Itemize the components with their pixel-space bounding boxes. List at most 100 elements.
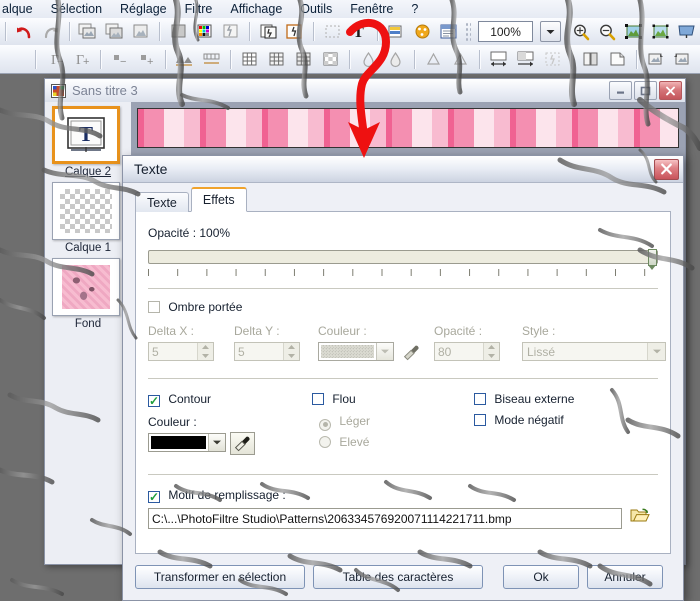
menu-item-selection[interactable]: Sélection <box>42 0 111 18</box>
ok-button[interactable]: Ok <box>503 565 579 589</box>
menu-item-calque[interactable]: alque <box>0 0 42 18</box>
grid-3-icon[interactable] <box>291 47 316 71</box>
checker-icon[interactable] <box>318 47 343 71</box>
open-folder-icon[interactable] <box>630 506 650 527</box>
contour-checkbox-row[interactable]: ✓ Contour <box>148 392 211 407</box>
biseau-externe-row[interactable]: Biseau externe <box>474 392 574 406</box>
image-canvas[interactable] <box>137 108 679 148</box>
rotate-cw-icon[interactable] <box>643 47 668 71</box>
histogram-icon[interactable] <box>172 47 197 71</box>
minimize-icon[interactable] <box>609 81 632 100</box>
contour-color-swatch[interactable] <box>148 433 226 452</box>
shadow-style-select[interactable]: Lissé <box>522 342 666 361</box>
brightness-plus-icon[interactable]: + <box>134 47 159 71</box>
resize-canvas-icon[interactable] <box>513 47 538 71</box>
crop-image-icon[interactable] <box>129 20 153 44</box>
biseau-externe-checkbox[interactable] <box>474 393 486 405</box>
fill-color-icon[interactable] <box>166 20 190 44</box>
actual-size-icon[interactable] <box>648 20 672 44</box>
menu-item-outils[interactable]: Outils <box>291 0 341 18</box>
ombre-portee-checkbox-row[interactable]: Ombre portée <box>148 300 242 314</box>
delta-y-stepper[interactable]: 5 <box>234 342 300 361</box>
text-tool-icon[interactable]: T <box>346 20 370 44</box>
transform-sel-icon[interactable] <box>540 47 565 71</box>
menu-item-affichage[interactable]: Affichage <box>221 0 291 18</box>
fit-image-icon[interactable] <box>622 20 646 44</box>
chevron-down-icon[interactable] <box>540 21 561 42</box>
close-icon[interactable] <box>659 81 682 100</box>
drop-icon[interactable] <box>383 47 408 71</box>
close-icon[interactable] <box>654 158 679 180</box>
menu-item-reglage[interactable]: Réglage <box>111 0 176 18</box>
transform-icon[interactable] <box>219 20 243 44</box>
maximize-icon[interactable] <box>634 81 657 100</box>
spinner-arrows[interactable] <box>197 343 213 360</box>
select-dashed-icon[interactable] <box>320 20 344 44</box>
document-window-titlebar[interactable]: Sans titre 3 <box>45 79 685 103</box>
table-des-caracteres-button[interactable]: Table des caractères <box>313 565 483 589</box>
annuler-button[interactable]: Annuler <box>587 565 663 589</box>
gamma-plus-icon[interactable]: Γ + <box>69 47 94 71</box>
undo-icon[interactable] <box>12 20 36 44</box>
opacity-slider-thumb[interactable] <box>648 249 657 270</box>
flou-option-leger[interactable]: Léger <box>319 414 370 431</box>
flou-option-eleve[interactable]: Elevé <box>319 435 369 449</box>
radio-eleve[interactable] <box>319 436 331 448</box>
redo-icon[interactable] <box>38 20 62 44</box>
chevron-down-icon[interactable] <box>647 343 665 360</box>
transparent-image-icon[interactable] <box>102 20 126 44</box>
layer-item-calque-1[interactable]: Calque 1 <box>52 182 124 254</box>
motif-checkbox[interactable]: ✓ <box>148 491 160 503</box>
duplicate-image-icon[interactable] <box>76 20 100 44</box>
flou-checkbox-row[interactable]: Flou <box>312 392 356 406</box>
gradient-icon[interactable] <box>384 20 408 44</box>
mirror-icon[interactable] <box>578 47 603 71</box>
mode-negatif-checkbox[interactable] <box>474 414 486 426</box>
motif-path-input[interactable]: C:\...\PhotoFiltre Studio\Patterns\20633… <box>148 508 622 529</box>
resize-width-icon[interactable] <box>486 47 511 71</box>
grid-1-icon[interactable] <box>237 47 262 71</box>
spinner-arrows[interactable] <box>283 343 299 360</box>
tab-texte[interactable]: Texte <box>135 192 189 212</box>
shadow-opacity-value[interactable]: 80 <box>435 345 483 359</box>
chevron-down-icon[interactable] <box>208 434 225 451</box>
contour-checkbox[interactable]: ✓ <box>148 395 160 407</box>
sharpen-1-icon[interactable] <box>421 47 446 71</box>
delta-x-stepper[interactable]: 5 <box>148 342 214 361</box>
chevron-down-icon[interactable] <box>376 343 393 360</box>
layer-forward-icon[interactable] <box>256 20 280 44</box>
shadow-eyedropper-icon[interactable] <box>400 342 423 363</box>
transformer-en-selection-button[interactable]: Transformer en sélection <box>135 565 305 589</box>
zoom-level-input[interactable]: 100% <box>477 21 534 42</box>
menu-item-filtre[interactable]: Filtre <box>176 0 222 18</box>
zoom-in-icon[interactable] <box>569 20 593 44</box>
mode-negatif-row[interactable]: Mode négatif <box>474 413 564 427</box>
delta-x-value[interactable]: 5 <box>149 345 197 359</box>
contour-eyedropper-icon[interactable] <box>230 432 255 455</box>
menu-item-fenetre[interactable]: Fenêtre <box>341 0 402 18</box>
gamma-minus-icon[interactable]: Γ − <box>42 47 67 71</box>
layer-item-fond[interactable]: Fond <box>52 258 124 330</box>
ombre-portee-checkbox[interactable] <box>148 301 160 313</box>
motif-checkbox-row[interactable]: ✓ Motif de remplissage : <box>148 488 286 503</box>
shadow-color-swatch[interactable] <box>318 342 394 361</box>
palette-icon[interactable] <box>192 20 216 44</box>
radio-leger[interactable] <box>319 418 331 431</box>
flou-checkbox[interactable] <box>312 393 324 405</box>
sharpen-2-icon[interactable] <box>448 47 473 71</box>
shadow-opacity-stepper[interactable]: 80 <box>434 342 500 361</box>
fullscreen-icon[interactable] <box>674 20 698 44</box>
menu-item-help[interactable]: ? <box>402 0 427 18</box>
opacity-slider-track[interactable] <box>148 249 658 270</box>
texte-dialog[interactable]: Texte Texte Effets Opacité : 100% Ombre … <box>122 155 684 601</box>
rotate-ccw-icon[interactable] <box>670 47 695 71</box>
tab-effets[interactable]: Effets <box>190 187 247 212</box>
spinner-arrows[interactable] <box>483 343 499 360</box>
page-fold-icon[interactable] <box>605 47 630 71</box>
grid-2-icon[interactable] <box>264 47 289 71</box>
layer-item-calque-2[interactable]: T Calque 2 <box>52 106 124 178</box>
delta-y-value[interactable]: 5 <box>235 345 283 359</box>
zoom-out-icon[interactable] <box>595 20 619 44</box>
texte-dialog-titlebar[interactable]: Texte <box>123 156 683 183</box>
brightness-minus-icon[interactable]: − <box>107 47 132 71</box>
